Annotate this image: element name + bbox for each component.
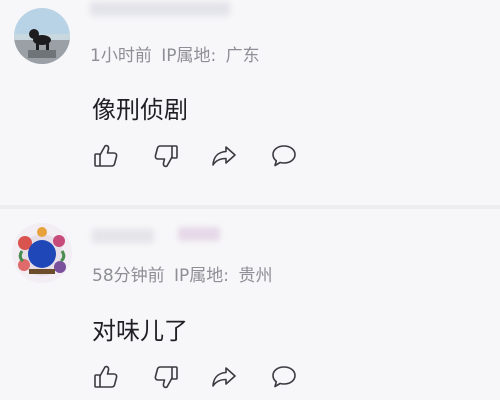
share-button[interactable]	[210, 363, 238, 391]
thumbs-up-icon	[94, 365, 118, 388]
avatar[interactable]	[12, 223, 72, 283]
comment-bubble-icon	[272, 366, 296, 388]
ip-location: 贵州	[238, 266, 273, 286]
comment-time: 58分钟前	[92, 266, 165, 286]
comment-meta: 1小时前 IP属地: 广东	[90, 41, 260, 66]
like-button[interactable]	[92, 363, 120, 391]
share-icon	[212, 146, 236, 166]
ip-location: 广东	[225, 46, 260, 66]
floral-frame-avatar-icon	[12, 223, 72, 283]
comment-text: 对味儿了	[92, 317, 188, 345]
comment-text: 像刑侦剧	[92, 96, 188, 124]
comment-actions	[92, 363, 312, 391]
ip-label: IP属地:	[174, 266, 230, 286]
like-button[interactable]	[92, 142, 120, 170]
comment-time: 1小时前	[90, 46, 152, 66]
thumbs-down-icon	[154, 366, 178, 389]
blurred-badge	[178, 227, 220, 241]
dislike-button[interactable]	[152, 363, 180, 391]
comment-item: 58分钟前 IP属地: 贵州 对味儿了	[0, 209, 500, 400]
reply-button[interactable]	[270, 142, 298, 170]
dog-photo-avatar-icon	[14, 8, 70, 64]
ip-label: IP属地:	[161, 46, 217, 66]
thumbs-down-icon	[154, 145, 178, 168]
blurred-username	[90, 2, 230, 16]
comment-item: 1小时前 IP属地: 广东 像刑侦剧	[0, 0, 500, 205]
avatar[interactable]	[14, 8, 70, 64]
share-button[interactable]	[210, 142, 238, 170]
comment-meta: 58分钟前 IP属地: 贵州	[92, 261, 272, 286]
share-icon	[212, 367, 236, 387]
comment-actions	[92, 142, 312, 170]
dislike-button[interactable]	[152, 142, 180, 170]
comment-bubble-icon	[272, 145, 296, 167]
thumbs-up-icon	[94, 144, 118, 167]
blurred-username	[92, 229, 154, 243]
reply-button[interactable]	[270, 363, 298, 391]
